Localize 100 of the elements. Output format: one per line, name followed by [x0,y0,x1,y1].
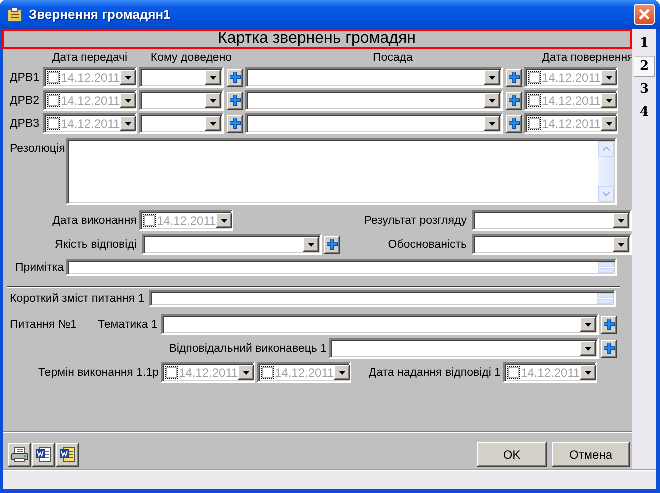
text-field[interactable] [149,290,616,307]
caret-icon [488,76,496,80]
field-label: Якість відповіді [54,238,138,250]
dropdown-button[interactable] [120,70,136,85]
dropdown-field[interactable] [472,234,632,255]
caret-icon [124,98,132,102]
plus-icon [326,239,338,250]
dropdown-button[interactable] [484,93,500,108]
close-icon [639,9,650,20]
toolbar-button[interactable] [32,442,55,466]
close-button[interactable] [634,4,655,25]
checkbox[interactable] [166,367,177,378]
checkbox[interactable] [508,367,519,378]
checkbox[interactable] [144,215,155,226]
caret-icon [606,98,613,102]
caret-icon [606,122,613,126]
dropdown-button[interactable] [601,70,618,85]
date-field[interactable]: 14.12.2011 [524,67,618,88]
date-field[interactable]: 14.12.2011 [257,362,351,383]
column-header: Дата передачі [51,52,129,64]
document-icon [34,446,52,464]
tab[interactable]: 2 [634,56,655,77]
plus-icon [604,343,614,354]
text-field[interactable] [66,259,617,276]
tab[interactable]: 4 [634,102,655,123]
add-button[interactable] [227,68,243,86]
checkbox[interactable] [262,367,273,378]
dropdown-field[interactable] [142,234,322,255]
checkbox[interactable] [48,118,59,129]
dropdown-field[interactable] [245,113,503,134]
add-button[interactable] [227,114,243,132]
date-field[interactable]: 14.12.2011 [161,362,255,383]
field-label: Відповідальний виконавець 1 [168,342,328,354]
dropdown-button[interactable] [205,70,221,85]
dropdown-button[interactable] [205,93,221,108]
dropdown-button[interactable] [484,116,500,131]
field-label: Короткий зміст питання 1 [9,292,146,304]
dropdown-button[interactable] [613,237,629,252]
caret-icon [124,76,132,80]
dropdown-button[interactable] [120,116,136,131]
dropdown-button[interactable] [238,365,254,380]
dropdown-field[interactable] [245,67,503,88]
date-field[interactable]: 14.12.2011 [43,90,137,111]
dropdown-field[interactable] [245,90,503,111]
dialog-button[interactable]: Отмена [552,442,630,467]
dropdown-field[interactable] [161,314,599,335]
field-label: Дата виконання [52,214,138,226]
date-field[interactable]: 14.12.2011 [139,210,233,231]
plus-icon [508,72,520,83]
add-button[interactable] [601,316,617,334]
tab[interactable]: 1 [634,33,655,54]
dropdown-button[interactable] [601,93,618,108]
dropdown-button[interactable] [484,70,500,85]
dropdown-button[interactable] [334,365,350,380]
add-button[interactable] [601,340,617,358]
caret-icon [308,242,314,246]
caret-icon [618,242,624,246]
text-area[interactable] [66,138,617,205]
add-button[interactable] [227,92,243,110]
dropdown-button[interactable] [303,237,319,252]
dropdown-field[interactable] [329,338,599,359]
checkbox[interactable] [48,95,59,106]
dropdown-field[interactable] [139,90,224,111]
dropdown-field[interactable] [139,67,224,88]
toolbar-button[interactable] [8,442,31,466]
caret-icon [584,370,592,374]
dropdown-button[interactable] [580,365,596,380]
document-icon [58,446,76,464]
dropdown-button[interactable] [601,116,618,131]
scrollbar[interactable] [598,141,614,202]
dropdown-button[interactable] [216,213,232,228]
caret-icon [606,76,613,80]
dialog-button[interactable]: OK [477,442,547,467]
add-button[interactable] [506,68,522,86]
date-field[interactable]: 14.12.2011 [43,67,137,88]
checkbox[interactable] [529,118,540,129]
dropdown-button[interactable] [580,317,596,332]
date-field[interactable]: 14.12.2011 [43,113,137,134]
date-field[interactable]: 14.12.2011 [524,90,618,111]
window-title: Звернення громадян1 [29,7,172,22]
field-label: Результат розгляду [363,214,468,226]
dropdown-button[interactable] [205,116,221,131]
plus-icon [230,95,240,106]
add-button[interactable] [324,236,340,254]
date-field[interactable]: 14.12.2011 [503,362,597,383]
dropdown-field[interactable] [139,113,224,134]
add-button[interactable] [506,114,522,132]
dropdown-button[interactable] [580,341,596,356]
checkbox[interactable] [529,72,540,83]
date-field[interactable]: 14.12.2011 [524,113,618,134]
column-header: Дата повернення [541,52,635,64]
toolbar-button[interactable] [56,442,79,466]
caret-icon [584,346,592,350]
dropdown-button[interactable] [120,93,136,108]
dropdown-field[interactable] [472,210,632,231]
add-button[interactable] [506,92,522,110]
checkbox[interactable] [529,95,540,106]
dropdown-button[interactable] [613,213,629,228]
tab[interactable]: 3 [634,79,655,100]
checkbox[interactable] [48,72,59,83]
